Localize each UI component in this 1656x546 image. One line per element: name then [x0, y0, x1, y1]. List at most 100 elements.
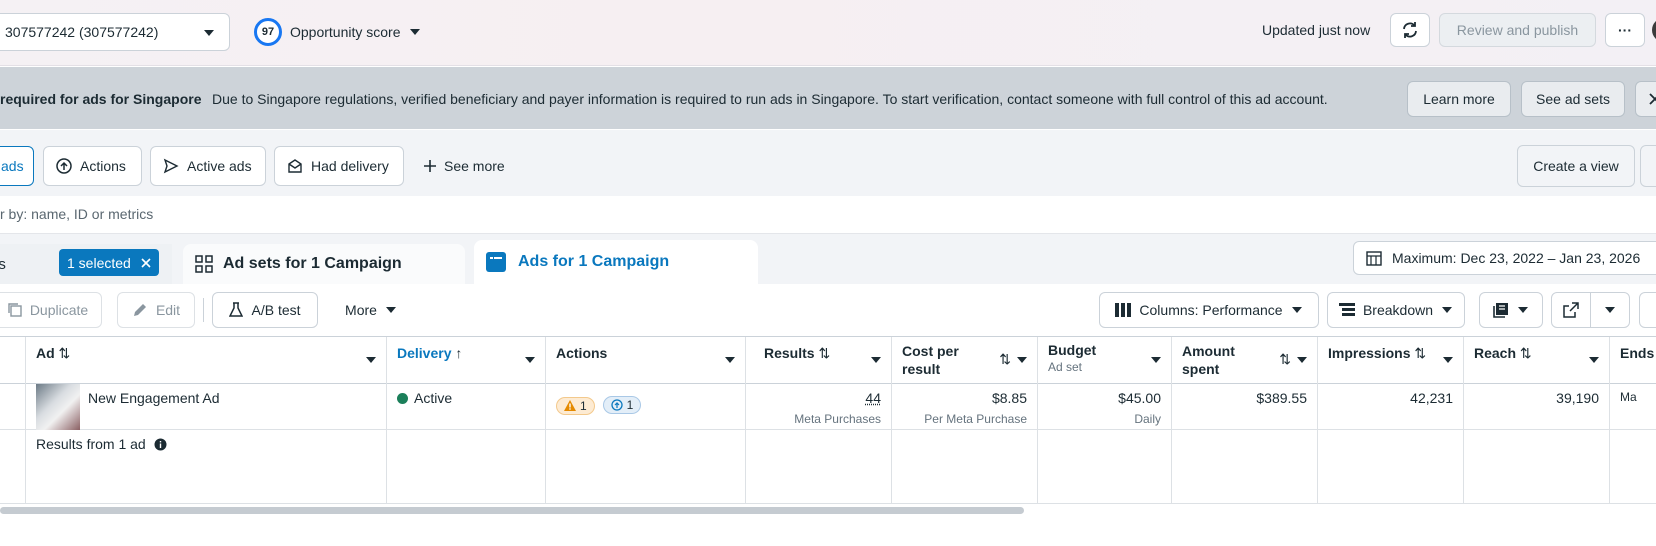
- budget-value: $45.00: [1118, 390, 1161, 406]
- export-options-button[interactable]: [1590, 292, 1630, 328]
- banner-title: required for ads for Singapore: [0, 91, 202, 107]
- chevron-down-icon[interactable]: [1151, 357, 1161, 363]
- refresh-icon: [1401, 21, 1419, 39]
- header-amount-spent[interactable]: Amount spent ⇅: [1172, 337, 1318, 385]
- horizontal-scrollbar[interactable]: [0, 507, 1024, 514]
- envelope-icon: [287, 158, 303, 174]
- cell-cost-per-result: $8.85 Per Meta Purchase: [892, 384, 1038, 429]
- summary-cell: [892, 430, 1038, 503]
- budget-sub: Daily: [1134, 412, 1161, 426]
- breakdown-label: Breakdown: [1362, 302, 1434, 318]
- chevron-down-icon[interactable]: [725, 357, 735, 363]
- cell-reach: 39,190: [1464, 384, 1610, 429]
- delivery-status: Active: [414, 390, 453, 406]
- cost-per-result-sub: Per Meta Purchase: [924, 412, 1027, 426]
- header-ends[interactable]: Ends: [1610, 337, 1656, 385]
- close-banner-button[interactable]: [1635, 81, 1656, 117]
- chip-ads[interactable]: ads: [0, 146, 34, 186]
- cell-budget[interactable]: $45.00 Daily: [1038, 384, 1172, 429]
- opportunity-score[interactable]: 97 Opportunity score: [254, 18, 421, 46]
- info-icon[interactable]: [154, 438, 167, 451]
- warning-count: 1: [580, 398, 587, 413]
- tab-ad-sets[interactable]: Ad sets for 1 Campaign: [183, 244, 465, 284]
- header-delivery[interactable]: Delivery ↑: [387, 337, 546, 385]
- avatar[interactable]: [1652, 18, 1656, 42]
- header-amount-spent-label: Amount spent: [1182, 343, 1235, 377]
- ab-test-button[interactable]: A/B test: [212, 292, 318, 328]
- row-checkbox-cell[interactable]: [0, 384, 26, 429]
- export-button[interactable]: [1551, 292, 1591, 328]
- refresh-button[interactable]: [1390, 13, 1430, 47]
- table-row[interactable]: New Engagement Ad Active 1 1 44 Meta Pur…: [0, 384, 1656, 430]
- sort-icon: ⇅: [1410, 345, 1427, 361]
- opportunity-badge[interactable]: 1: [602, 396, 642, 414]
- summary-blank-cell: [0, 430, 26, 503]
- header-budget-sub: Ad set: [1048, 360, 1083, 374]
- cell-actions: 1 1: [546, 384, 746, 429]
- amount-spent-value: $389.55: [1256, 390, 1307, 406]
- chevron-down-icon: [1604, 306, 1616, 314]
- header-results[interactable]: Results ⇅: [746, 337, 892, 385]
- chevron-down-icon[interactable]: [1017, 357, 1027, 363]
- warning-badge[interactable]: 1: [556, 396, 595, 415]
- ad-name[interactable]: New Engagement Ad: [88, 390, 220, 406]
- more-actions-button[interactable]: More: [330, 292, 412, 328]
- chip-actions[interactable]: Actions: [43, 146, 142, 186]
- cell-delivery: Active: [387, 384, 546, 429]
- chevron-down-icon: [203, 29, 215, 37]
- opportunity-score-ring: 97: [254, 18, 282, 46]
- search-input[interactable]: r by: name, ID or metrics: [0, 196, 1656, 234]
- summary-cell: [1464, 430, 1610, 503]
- chip-active-ads[interactable]: Active ads: [150, 146, 266, 186]
- review-and-publish-button[interactable]: Review and publish: [1439, 13, 1596, 47]
- reports-button[interactable]: [1479, 292, 1543, 328]
- cost-per-result-value: $8.85: [991, 390, 1027, 406]
- tab-ad-sets-label: Ad sets for 1 Campaign: [223, 255, 402, 272]
- sort-icon: ⇅: [54, 345, 71, 361]
- columns-button[interactable]: Columns: Performance: [1099, 292, 1319, 328]
- header-actions[interactable]: Actions: [546, 337, 746, 385]
- chevron-down-icon[interactable]: [871, 357, 881, 363]
- edit-button[interactable]: Edit: [117, 292, 195, 328]
- header-reach[interactable]: Reach ⇅: [1464, 337, 1610, 385]
- chevron-down-icon[interactable]: [1443, 357, 1453, 363]
- chevron-down-icon[interactable]: [366, 357, 376, 363]
- header-checkbox-column: [0, 337, 26, 385]
- duplicate-button[interactable]: Duplicate: [0, 292, 102, 328]
- cell-ad[interactable]: New Engagement Ad: [26, 384, 387, 430]
- chevron-down-icon[interactable]: [1297, 357, 1307, 363]
- duplicate-label: Duplicate: [29, 302, 89, 318]
- tab-campaigns-label: ns: [0, 255, 6, 273]
- header-budget[interactable]: Budget Ad set: [1038, 337, 1172, 385]
- see-more-filters-button[interactable]: See more: [424, 158, 505, 174]
- header-impressions-label: Impressions: [1328, 345, 1411, 361]
- chevron-down-icon[interactable]: [525, 357, 535, 363]
- ads-table: Ad ⇅ Delivery ↑ Actions Results ⇅ Cost p…: [0, 336, 1656, 506]
- header-cost-per-result[interactable]: Cost per result ⇅: [892, 337, 1038, 385]
- create-view-button[interactable]: Create a view: [1517, 145, 1635, 187]
- breakdown-button[interactable]: Breakdown: [1327, 292, 1465, 328]
- verification-banner: required for ads for Singapore Due to Si…: [0, 67, 1656, 129]
- learn-more-button[interactable]: Learn more: [1407, 81, 1511, 117]
- chevron-down-icon[interactable]: [1589, 357, 1599, 363]
- date-range-picker[interactable]: Maximum: Dec 23, 2022 – Jan 23, 2026: [1353, 241, 1656, 275]
- more-options-button[interactable]: ···: [1605, 13, 1645, 47]
- see-ad-sets-button[interactable]: See ad sets: [1521, 81, 1625, 117]
- selected-badge[interactable]: 1 selected: [59, 249, 159, 276]
- banner-text: Due to Singapore regulations, verified b…: [212, 91, 1328, 107]
- account-selector[interactable]: 307577242 (307577242): [0, 13, 230, 51]
- header-impressions[interactable]: Impressions ⇅: [1318, 337, 1464, 385]
- more-actions-label: More: [345, 302, 377, 318]
- results-value[interactable]: 44: [865, 390, 881, 406]
- header-actions-label: Actions: [556, 345, 608, 361]
- opportunity-icon: [610, 399, 623, 411]
- chart-view-button[interactable]: [1639, 292, 1656, 328]
- close-icon[interactable]: [141, 257, 151, 268]
- summary-row: Results from 1 ad: [0, 430, 1656, 504]
- summary-cell: [1172, 430, 1318, 503]
- account-selector-label: 307577242 (307577242): [5, 24, 159, 40]
- chip-had-delivery[interactable]: Had delivery: [274, 146, 404, 186]
- header-ad[interactable]: Ad ⇅: [26, 337, 387, 385]
- view-options-button[interactable]: [1640, 145, 1656, 187]
- tab-ads[interactable]: Ads for 1 Campaign: [474, 240, 758, 284]
